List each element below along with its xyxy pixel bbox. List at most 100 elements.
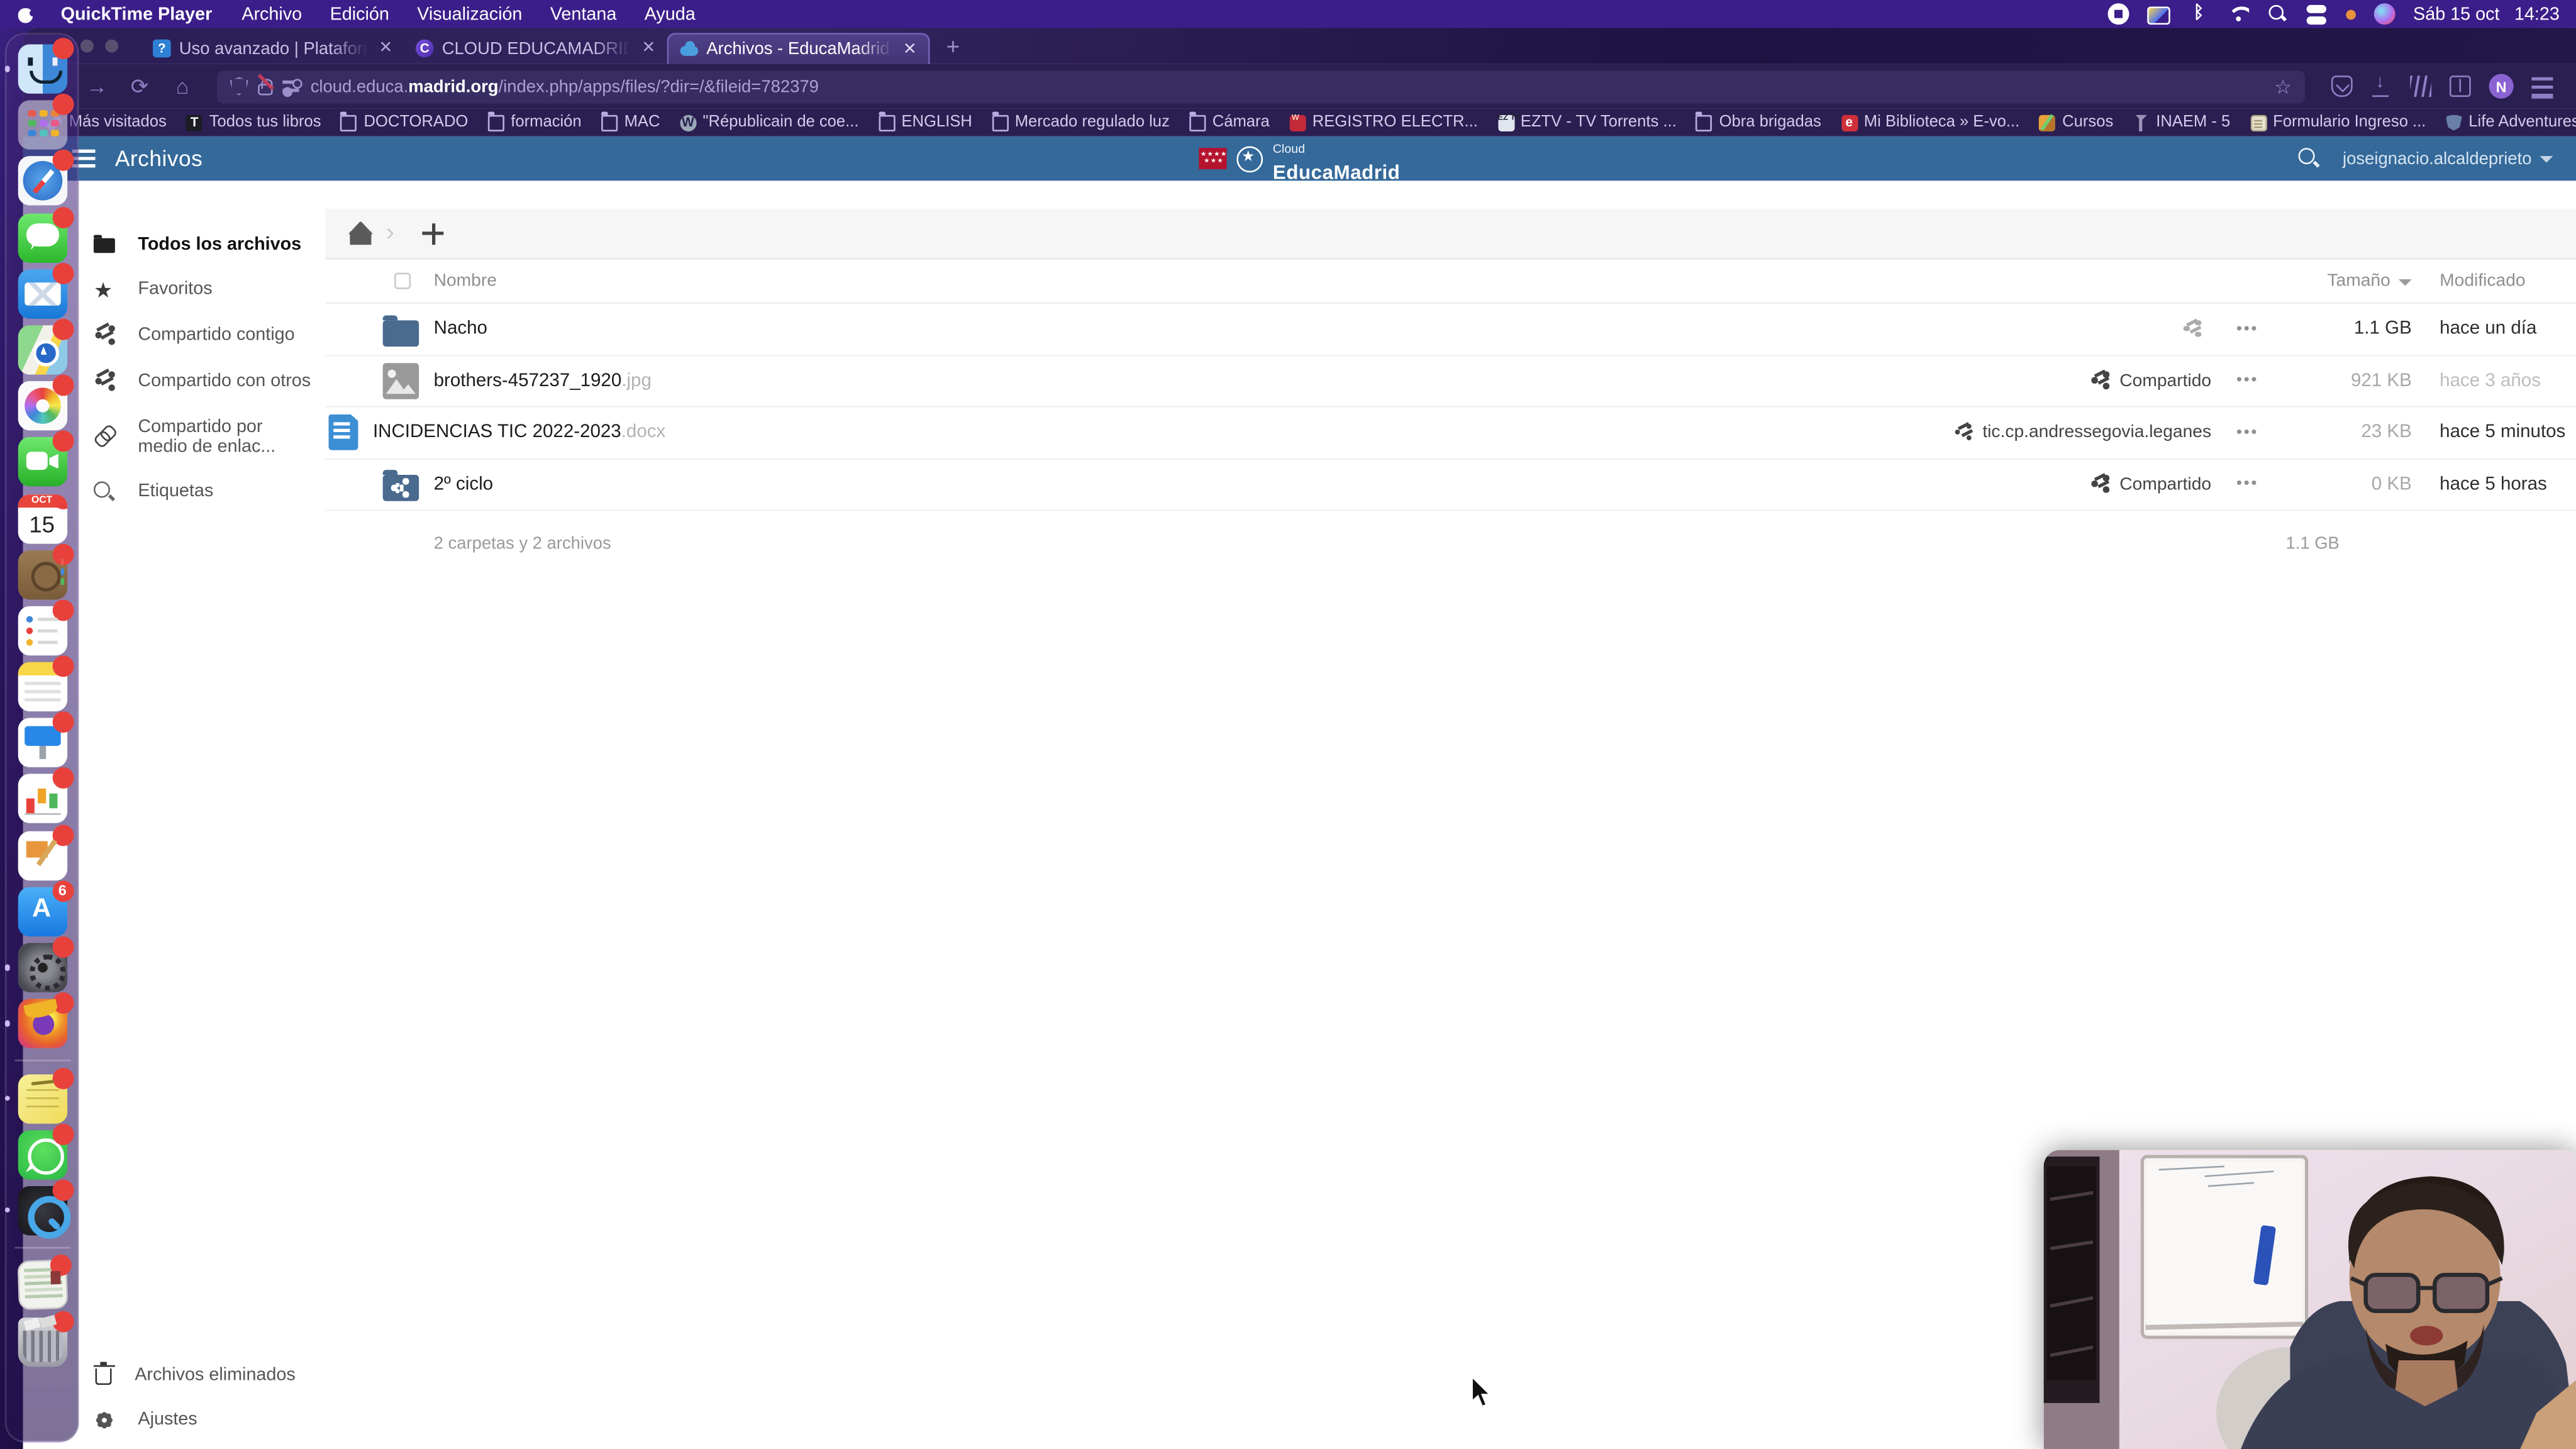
bookmark-item[interactable]: "Républicain de coe... bbox=[679, 113, 859, 131]
dock-mail-icon[interactable] bbox=[17, 262, 74, 319]
dock-minimized-icon[interactable] bbox=[16, 1254, 72, 1311]
dock-safari-icon[interactable] bbox=[17, 150, 74, 206]
dock-contacts-icon[interactable] bbox=[17, 543, 74, 599]
dock-facetime-icon[interactable] bbox=[17, 431, 74, 487]
column-modified[interactable]: Modificado bbox=[2412, 271, 2576, 291]
control-center-icon[interactable] bbox=[2306, 3, 2328, 25]
share-status[interactable]: tic.cp.andressegovia.leganes bbox=[1858, 423, 2211, 442]
dock-appstore-icon[interactable]: 6 bbox=[17, 880, 74, 936]
bookmark-item[interactable]: Obra brigadas bbox=[1696, 111, 1821, 131]
select-all-checkbox[interactable] bbox=[394, 272, 411, 289]
new-file-button[interactable] bbox=[422, 222, 444, 244]
bookmark-star-icon[interactable]: ☆ bbox=[2274, 75, 2292, 98]
menu-app-name[interactable]: QuickTime Player bbox=[61, 4, 213, 24]
wifi-icon[interactable] bbox=[2228, 3, 2249, 25]
tab-archivos-active[interactable]: Archivos - EducaMadrid Cloud ✕ bbox=[667, 33, 930, 64]
search-icon[interactable] bbox=[2298, 148, 2320, 169]
bookmark-item[interactable]: MAC bbox=[601, 111, 660, 131]
menu-ventana[interactable]: Ventana bbox=[550, 4, 616, 24]
bookmark-item[interactable]: Cámara bbox=[1189, 111, 1270, 131]
dock-calendar-icon[interactable]: OCT 15 bbox=[17, 493, 67, 543]
share-status[interactable]: Compartido bbox=[1858, 474, 2211, 494]
tab-close-icon[interactable]: ✕ bbox=[899, 40, 917, 58]
forward-button[interactable]: → bbox=[79, 74, 114, 99]
dock-numbers-icon[interactable] bbox=[17, 768, 74, 824]
bookmark-item[interactable]: ENGLISH bbox=[878, 111, 972, 131]
stop-recording-icon[interactable] bbox=[2107, 3, 2129, 25]
educamadrid-brand[interactable]: Cloud EducaMadrid bbox=[1199, 136, 1400, 182]
address-bar[interactable]: cloud.educa.madrid.org/index.php/apps/fi… bbox=[216, 70, 2305, 103]
menu-edicion[interactable]: Edición bbox=[330, 4, 389, 24]
dock-notes-icon[interactable] bbox=[17, 655, 74, 712]
dock-photos-icon[interactable] bbox=[17, 374, 74, 431]
reload-button[interactable]: ⟳ bbox=[121, 73, 157, 99]
home-button[interactable]: ⌂ bbox=[164, 74, 200, 99]
tab-close-icon[interactable]: ✕ bbox=[375, 40, 392, 58]
more-actions-icon[interactable]: ••• bbox=[2211, 423, 2284, 441]
more-actions-icon[interactable]: ••• bbox=[2211, 320, 2284, 338]
bookmark-item[interactable]: Todos tus libros bbox=[186, 113, 321, 131]
menu-archivo[interactable]: Archivo bbox=[242, 4, 302, 24]
dock-whatsapp-icon[interactable] bbox=[17, 1123, 74, 1179]
tab-cloud-educamadrid[interactable]: C CLOUD EDUCAMADRID, SESIÓ ✕ bbox=[404, 33, 667, 64]
bookmark-item[interactable]: INAEM - 5 bbox=[2133, 113, 2230, 131]
minimize-window-button[interactable] bbox=[80, 39, 94, 53]
dock-pages-icon[interactable] bbox=[17, 824, 74, 880]
permissions-icon[interactable] bbox=[282, 77, 303, 96]
bookmark-item[interactable]: Mercado regulado luz bbox=[992, 111, 1170, 131]
share-status[interactable]: Compartido bbox=[1858, 371, 2211, 391]
app-menu-icon[interactable] bbox=[2531, 76, 2553, 98]
bookmark-item[interactable]: DOCTORADO bbox=[340, 111, 468, 131]
bluetooth-icon[interactable]: ᛒ bbox=[2188, 3, 2209, 25]
apple-menu-icon[interactable] bbox=[16, 5, 36, 23]
bookmark-item[interactable]: EZTV - TV Torrents ... bbox=[1497, 113, 1677, 131]
library-icon[interactable] bbox=[2410, 75, 2432, 97]
bookmark-item[interactable]: REGISTRO ELECTR... bbox=[1289, 113, 1478, 131]
siri-icon[interactable] bbox=[2373, 3, 2396, 25]
tab-close-icon[interactable]: ✕ bbox=[638, 40, 655, 58]
menu-ayuda[interactable]: Ayuda bbox=[645, 4, 696, 24]
more-actions-icon[interactable]: ••• bbox=[2211, 372, 2284, 390]
dock-reminders-icon[interactable] bbox=[17, 599, 74, 655]
dock-launchpad-icon[interactable] bbox=[17, 94, 74, 150]
spotlight-icon[interactable] bbox=[2267, 3, 2289, 25]
bookmark-item[interactable]: Cursos bbox=[2039, 113, 2113, 131]
file-row[interactable]: 2º ciclo Compartido ••• 0 KB hace 5 hora… bbox=[325, 459, 2576, 511]
file-row[interactable]: INCIDENCIAS TIC 2022-2023 .docx tic.cp.a… bbox=[325, 408, 2576, 460]
file-name[interactable]: brothers-457237_1920 bbox=[434, 371, 622, 391]
tab-uso-avanzado[interactable]: ? Uso avanzado | Plataforma Tec ✕ bbox=[142, 33, 404, 64]
dock-messages-icon[interactable] bbox=[17, 206, 74, 262]
file-row[interactable]: brothers-457237_1920 .jpg Compartido •••… bbox=[325, 356, 2576, 408]
more-actions-icon[interactable]: ••• bbox=[2211, 475, 2284, 494]
user-menu[interactable]: joseignacio.alcaldeprieto bbox=[2343, 148, 2553, 169]
account-avatar[interactable]: N bbox=[2489, 74, 2514, 99]
file-row[interactable]: Nacho ••• 1.1 GB hace un día bbox=[325, 304, 2576, 356]
display-mirroring-icon[interactable] bbox=[2146, 6, 2170, 24]
dock-firefox-icon[interactable] bbox=[4, 992, 74, 1049]
menu-visualizacion[interactable]: Visualización bbox=[417, 4, 522, 24]
file-name[interactable]: Nacho bbox=[434, 319, 487, 338]
dock-finder-icon[interactable] bbox=[4, 38, 74, 94]
dock-trash-icon[interactable] bbox=[17, 1310, 74, 1367]
bookmark-item[interactable]: Life Adventures 6 - ... bbox=[2445, 113, 2576, 131]
dock-keynote-icon[interactable] bbox=[17, 711, 74, 768]
downloads-icon[interactable] bbox=[2370, 72, 2392, 97]
column-name[interactable]: Nombre bbox=[434, 271, 1858, 291]
dock-quicktime-icon[interactable] bbox=[4, 1179, 74, 1239]
bookmark-item[interactable]: Formulario Ingreso ... bbox=[2250, 113, 2426, 131]
bookmark-item[interactable]: Mi Biblioteca » E-vo... bbox=[1841, 113, 2019, 131]
dock-stickies-icon[interactable] bbox=[4, 1067, 74, 1123]
menu-bar-clock[interactable]: Sáb 15 oct 14:23 bbox=[2413, 4, 2560, 24]
zoom-window-button[interactable] bbox=[105, 39, 119, 53]
sidebar-toggle-icon[interactable] bbox=[2449, 75, 2471, 97]
column-size[interactable]: Tamaño bbox=[2284, 271, 2412, 291]
dock-syspref-icon[interactable] bbox=[4, 936, 74, 992]
new-tab-button[interactable]: + bbox=[947, 33, 960, 59]
insecure-lock-icon[interactable] bbox=[258, 78, 273, 95]
bookmark-item[interactable]: formación bbox=[487, 111, 582, 131]
pocket-icon[interactable] bbox=[2331, 75, 2353, 97]
file-name[interactable]: INCIDENCIAS TIC 2022-2023 bbox=[373, 423, 621, 442]
file-name[interactable]: 2º ciclo bbox=[434, 474, 493, 494]
home-icon[interactable] bbox=[350, 223, 372, 244]
tracking-shield-icon[interactable] bbox=[230, 77, 248, 96]
